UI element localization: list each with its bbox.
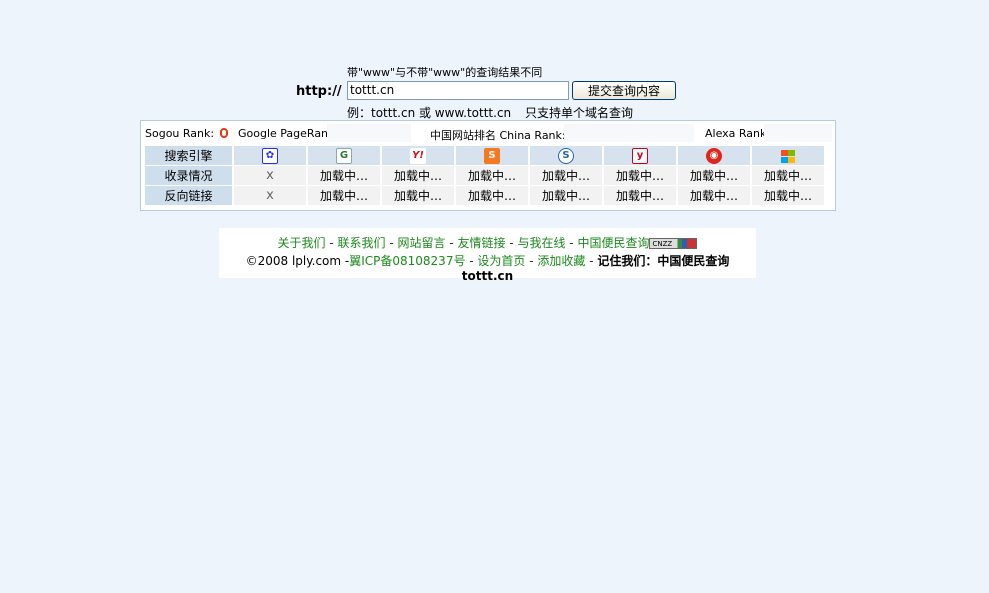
- rank-panel: Sogou Rank: Google PageRank: 中国网站排名 Chin…: [140, 120, 836, 211]
- engine-cell-youdao[interactable]: y: [604, 146, 676, 165]
- china-rank-value: [564, 124, 694, 142]
- cnzz-badge-icon[interactable]: CNZZ: [649, 238, 698, 249]
- soso-icon[interactable]: S: [558, 147, 574, 164]
- footer: 关于我们 - 联系我们 - 网站留言 - 友情链接 - 与我在线 - 中国便民查…: [219, 228, 756, 283]
- chat-online-link[interactable]: 与我在线: [517, 236, 565, 250]
- baidu-icon[interactable]: ✿: [262, 147, 278, 164]
- alexa-rank-value: [764, 124, 832, 142]
- copyright-text: ©2008 lply.com -: [245, 254, 350, 268]
- backlinks-google: 加载中…: [308, 186, 380, 205]
- sina-icon[interactable]: ◉: [706, 147, 722, 164]
- sogou-rank-icon: [220, 128, 228, 138]
- domain-input[interactable]: [347, 81, 569, 100]
- icp-link[interactable]: 翼ICP备08108237号: [349, 254, 465, 268]
- footer-links: 关于我们 - 联系我们 - 网站留言 - 友情链接 - 与我在线 - 中国便民查…: [219, 234, 756, 251]
- rank-row: Sogou Rank: Google PageRank: 中国网站排名 Chin…: [141, 121, 835, 145]
- yahoo-icon[interactable]: Y!: [410, 147, 426, 164]
- indexed-google: 加载中…: [308, 166, 380, 185]
- backlinks-soso: 加载中…: [530, 186, 602, 205]
- msn-icon[interactable]: [780, 149, 796, 163]
- indexed-soso: 加载中…: [530, 166, 602, 185]
- china-rank-label: 中国网站排名 China Rank:: [430, 129, 566, 142]
- engine-cell-google[interactable]: G: [308, 146, 380, 165]
- about-link[interactable]: 关于我们: [278, 236, 326, 250]
- search-engine-table: 搜索引擎 ✿ G Y! S S y ◉ 收录情况 x 加载中… 加载中… 加载中…: [143, 145, 826, 206]
- backlinks-baidu: x: [234, 186, 306, 205]
- backlinks-sohu: 加载中…: [456, 186, 528, 205]
- http-prefix-label: http://: [296, 84, 342, 99]
- sohu-icon[interactable]: S: [484, 147, 500, 164]
- engine-cell-baidu[interactable]: ✿: [234, 146, 306, 165]
- indexed-baidu: x: [234, 166, 306, 185]
- indexed-msn: 加载中…: [752, 166, 824, 185]
- home-link[interactable]: 中国便民查询: [577, 236, 649, 250]
- bookmark-link[interactable]: 添加收藏: [537, 254, 585, 268]
- example-text: 例：tottt.cn 或 www.tottt.cn: [347, 106, 512, 120]
- example-note: 例：tottt.cn 或 www.tottt.cn 只支持单个域名查询: [347, 104, 643, 121]
- single-domain-note: 只支持单个域名查询: [524, 106, 633, 120]
- guestbook-link[interactable]: 网站留言: [398, 236, 446, 250]
- submit-query-button[interactable]: 提交查询内容: [572, 81, 676, 100]
- indexed-sohu: 加载中…: [456, 166, 528, 185]
- backlinks-yahoo: 加载中…: [382, 186, 454, 205]
- backlinks-youdao: 加载中…: [604, 186, 676, 205]
- contact-link[interactable]: 联系我们: [338, 236, 386, 250]
- google-pagerank-value: [327, 124, 411, 142]
- footer-copyright-line: ©2008 lply.com -翼ICP备08108237号 - 设为首页 - …: [245, 254, 730, 283]
- indexed-youdao: 加载中…: [604, 166, 676, 185]
- backlinks-row: 反向链接 x 加载中… 加载中… 加载中… 加载中… 加载中… 加载中… 加载中…: [145, 186, 824, 205]
- indexed-yahoo: 加载中…: [382, 166, 454, 185]
- engine-cell-yahoo[interactable]: Y!: [382, 146, 454, 165]
- friend-links-link[interactable]: 友情链接: [457, 236, 505, 250]
- row-label-engines: 搜索引擎: [145, 146, 232, 165]
- backlinks-msn: 加载中…: [752, 186, 824, 205]
- google-pagerank-label: Google PageRank:: [238, 127, 339, 140]
- set-homepage-link[interactable]: 设为首页: [477, 254, 525, 268]
- backlinks-sina: 加载中…: [678, 186, 750, 205]
- engine-cell-soso[interactable]: S: [530, 146, 602, 165]
- alexa-rank-label: Alexa Rank:: [705, 127, 771, 140]
- youdao-icon[interactable]: y: [632, 147, 648, 164]
- engine-cell-sohu[interactable]: S: [456, 146, 528, 165]
- engine-cell-sina[interactable]: ◉: [678, 146, 750, 165]
- sogou-rank-label: Sogou Rank:: [145, 127, 215, 140]
- indexed-sina: 加载中…: [678, 166, 750, 185]
- row-label-indexed: 收录情况: [145, 166, 232, 185]
- www-note: 带"www"与不带"www"的查询结果不同: [347, 66, 543, 79]
- google-icon[interactable]: G: [336, 147, 352, 164]
- engine-cell-msn[interactable]: [752, 146, 824, 165]
- row-label-backlinks: 反向链接: [145, 186, 232, 205]
- indexed-row: 收录情况 x 加载中… 加载中… 加载中… 加载中… 加载中… 加载中… 加载中…: [145, 166, 824, 185]
- engine-header-row: 搜索引擎 ✿ G Y! S S y ◉: [145, 146, 824, 165]
